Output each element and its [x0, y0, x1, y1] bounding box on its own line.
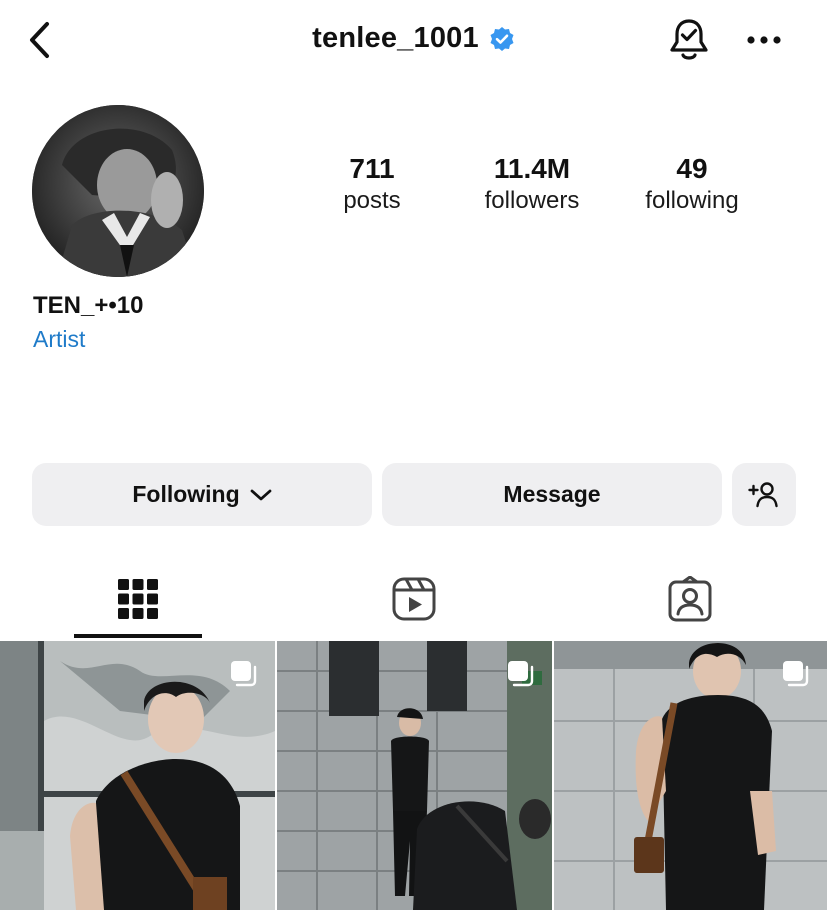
category-label[interactable]: Artist — [33, 326, 85, 353]
post-thumbnail[interactable] — [554, 641, 827, 910]
add-person-icon — [748, 481, 778, 507]
post-thumbnail[interactable] — [0, 641, 275, 910]
followers-label: followers — [484, 187, 580, 214]
bell-check-icon — [670, 19, 708, 60]
following-label: following — [645, 187, 739, 214]
post-thumbnail[interactable] — [277, 641, 552, 910]
followers-stat[interactable]: 11.4M followers — [447, 152, 617, 216]
tab-posts-grid[interactable] — [73, 560, 203, 638]
following-button-label: Following — [132, 481, 240, 507]
posts-label: posts — [343, 187, 401, 214]
posts-count: 711 — [349, 153, 395, 184]
verified-badge-icon — [489, 26, 515, 52]
suggest-people-button[interactable] — [732, 463, 796, 526]
tab-tagged[interactable] — [625, 560, 755, 638]
active-tab-indicator — [74, 634, 202, 638]
multiple-images-icon — [231, 661, 257, 687]
tagged-person-icon — [668, 576, 712, 622]
posts-stat[interactable]: 711 posts — [287, 152, 457, 216]
chevron-down-icon — [250, 489, 272, 500]
posts-grid — [0, 641, 827, 910]
followers-count: 11.4M — [493, 153, 571, 184]
more-options-button[interactable] — [744, 24, 784, 56]
following-button[interactable]: Following — [32, 463, 372, 526]
top-bar: tenlee_1001 — [0, 0, 827, 80]
message-button-label: Message — [503, 481, 601, 507]
grid-icon — [118, 579, 158, 619]
more-horizontal-icon — [747, 36, 781, 44]
message-button[interactable]: Message — [382, 463, 722, 526]
following-stat[interactable]: 49 following — [607, 152, 777, 216]
display-name: TEN_+•10 — [33, 292, 144, 319]
profile-tabs — [0, 560, 827, 640]
multiple-images-icon — [783, 661, 809, 687]
username: tenlee_1001 — [312, 22, 479, 54]
following-count: 49 — [676, 153, 708, 184]
notifications-button[interactable] — [666, 16, 712, 64]
reels-icon — [392, 577, 436, 621]
multiple-images-icon — [508, 661, 534, 687]
tab-reels[interactable] — [349, 560, 479, 638]
profile-avatar[interactable] — [32, 105, 204, 277]
